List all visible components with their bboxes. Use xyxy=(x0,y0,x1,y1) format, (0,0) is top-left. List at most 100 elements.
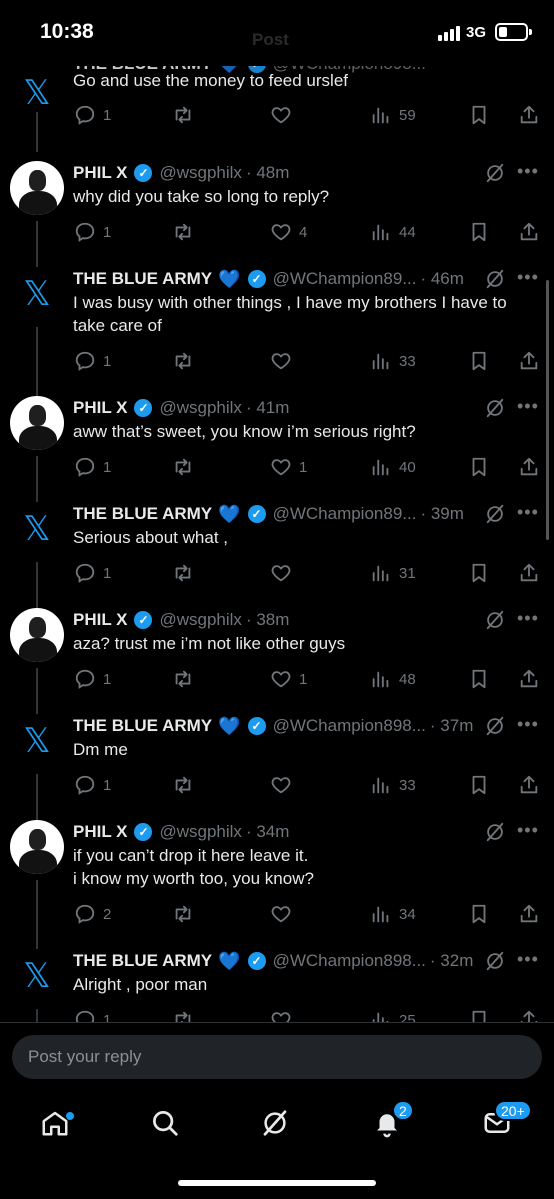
thread-post[interactable]: PHIL X ✓ @wsgphilx · 41m ••• aww that’s … xyxy=(0,396,554,554)
views-button[interactable]: 59 xyxy=(370,102,416,128)
repost-button[interactable] xyxy=(172,666,194,692)
like-button[interactable]: 1 xyxy=(270,666,307,692)
blue-army-avatar[interactable]: 𝕏 xyxy=(10,502,64,556)
reply-button[interactable]: 1 xyxy=(74,219,111,245)
like-button[interactable] xyxy=(270,772,299,798)
repost-button[interactable] xyxy=(172,1007,194,1022)
more-options-icon[interactable]: ••• xyxy=(517,608,539,629)
blue-army-avatar[interactable]: 𝕏 xyxy=(10,714,64,768)
share-button[interactable] xyxy=(518,1007,540,1022)
heart-icon xyxy=(271,459,291,476)
phil-avatar[interactable] xyxy=(10,820,64,874)
reply-button[interactable]: 1 xyxy=(74,348,111,374)
tab-notifications[interactable]: 2 xyxy=(372,1100,414,1142)
views-button[interactable]: 33 xyxy=(370,772,416,798)
phil-avatar[interactable] xyxy=(10,608,64,662)
views-button[interactable]: 40 xyxy=(370,454,416,480)
post-author-handle: @WChampion89... xyxy=(272,269,417,288)
repost-button[interactable] xyxy=(172,219,194,245)
like-button[interactable] xyxy=(270,901,299,927)
more-options-icon[interactable]: ••• xyxy=(517,949,539,970)
bookmark-button[interactable] xyxy=(468,102,490,128)
post-actions: 1 1 40 xyxy=(0,454,554,480)
grok-icon[interactable] xyxy=(484,821,506,843)
tab-grok[interactable] xyxy=(260,1108,294,1142)
bookmark-button[interactable] xyxy=(468,901,490,927)
reply-button[interactable]: 1 xyxy=(74,666,111,692)
like-button[interactable]: 1 xyxy=(270,454,307,480)
grok-icon[interactable] xyxy=(484,503,506,525)
views-button[interactable]: 25 xyxy=(370,1007,416,1022)
thread-post[interactable]: PHIL X ✓ @wsgphilx · 48m ••• why did you… xyxy=(0,161,554,319)
like-button[interactable]: 4 xyxy=(270,219,307,245)
thread-post[interactable]: 𝕏 THE BLUE ARMY 💙 ✓ @WChampion89... · 46… xyxy=(0,267,554,448)
tab-search[interactable] xyxy=(150,1108,184,1142)
thread-post[interactable]: PHIL X ✓ @wsgphilx · 34m ••• if you can’… xyxy=(0,820,554,1001)
grok-icon[interactable] xyxy=(484,162,506,184)
share-button[interactable] xyxy=(518,560,540,586)
like-button[interactable] xyxy=(270,348,299,374)
bookmark-button[interactable] xyxy=(468,1007,490,1022)
reply-button[interactable]: 2 xyxy=(74,901,111,927)
more-options-icon[interactable]: ••• xyxy=(517,502,539,523)
blue-army-avatar[interactable]: 𝕏 xyxy=(10,267,64,321)
bookmark-button[interactable] xyxy=(468,560,490,586)
views-button[interactable]: 34 xyxy=(370,901,416,927)
repost-button[interactable] xyxy=(172,348,194,374)
reply-button[interactable]: 1 xyxy=(74,772,111,798)
thread-post-partial[interactable]: 𝕏 THE BLUE ARMY 💙 ✓ @WChampion898... Go … xyxy=(0,66,554,152)
repost-button[interactable] xyxy=(172,102,194,128)
bookmark-button[interactable] xyxy=(468,454,490,480)
post-actions: 1 33 xyxy=(0,348,554,374)
thread-post[interactable]: 𝕏 THE BLUE ARMY 💙 ✓ @WChampion89... · 39… xyxy=(0,502,554,660)
bookmark-button[interactable] xyxy=(468,348,490,374)
repost-button[interactable] xyxy=(172,454,194,480)
grok-icon[interactable] xyxy=(484,950,506,972)
share-button[interactable] xyxy=(518,102,540,128)
tab-messages[interactable]: 20+ xyxy=(482,1100,532,1142)
share-button[interactable] xyxy=(518,666,540,692)
thread-post[interactable]: 𝕏 THE BLUE ARMY 💙 ✓ @WChampion898... · 3… xyxy=(0,714,554,872)
like-button[interactable] xyxy=(270,102,292,128)
phil-avatar[interactable] xyxy=(10,161,64,215)
share-button[interactable] xyxy=(518,901,540,927)
views-button[interactable]: 33 xyxy=(370,348,416,374)
bookmark-button[interactable] xyxy=(468,219,490,245)
reply-button[interactable]: 1 xyxy=(74,560,111,586)
grok-icon[interactable] xyxy=(484,268,506,290)
more-options-icon[interactable]: ••• xyxy=(517,714,539,735)
reply-thread[interactable]: 𝕏 THE BLUE ARMY 💙 ✓ @WChampion898... Go … xyxy=(0,66,554,1022)
repost-button[interactable] xyxy=(172,772,194,798)
grok-icon[interactable] xyxy=(484,397,506,419)
share-button[interactable] xyxy=(518,454,540,480)
thread-post[interactable]: 𝕏 THE BLUE ARMY 💙 ✓ @WChampion898... · 3… xyxy=(0,949,554,1022)
reply-button[interactable]: 1 xyxy=(74,102,111,128)
tab-home[interactable] xyxy=(40,1108,74,1142)
views-button[interactable]: 31 xyxy=(370,560,416,586)
bookmark-button[interactable] xyxy=(468,666,490,692)
grok-icon[interactable] xyxy=(484,609,506,631)
bookmark-button[interactable] xyxy=(468,772,490,798)
repost-button[interactable] xyxy=(172,901,194,927)
faint-page-title: Post xyxy=(252,30,289,49)
reply-input[interactable] xyxy=(12,1035,542,1079)
repost-button[interactable] xyxy=(172,560,194,586)
more-options-icon[interactable]: ••• xyxy=(517,820,539,841)
more-options-icon[interactable]: ••• xyxy=(517,396,539,417)
like-button[interactable] xyxy=(270,560,299,586)
reply-button[interactable]: 1 xyxy=(74,454,111,480)
scrollbar[interactable] xyxy=(546,280,549,540)
blue-army-avatar[interactable]: 𝕏 xyxy=(10,949,64,1003)
grok-icon[interactable] xyxy=(484,715,506,737)
share-button[interactable] xyxy=(518,348,540,374)
more-options-icon[interactable]: ••• xyxy=(517,267,539,288)
views-button[interactable]: 44 xyxy=(370,219,416,245)
reply-button[interactable]: 1 xyxy=(74,1007,111,1022)
thread-post[interactable]: PHIL X ✓ @wsgphilx · 38m ••• aza? trust … xyxy=(0,608,554,766)
share-button[interactable] xyxy=(518,219,540,245)
like-button[interactable] xyxy=(270,1007,299,1022)
more-options-icon[interactable]: ••• xyxy=(517,161,539,182)
phil-avatar[interactable] xyxy=(10,396,64,450)
views-button[interactable]: 48 xyxy=(370,666,416,692)
share-button[interactable] xyxy=(518,772,540,798)
